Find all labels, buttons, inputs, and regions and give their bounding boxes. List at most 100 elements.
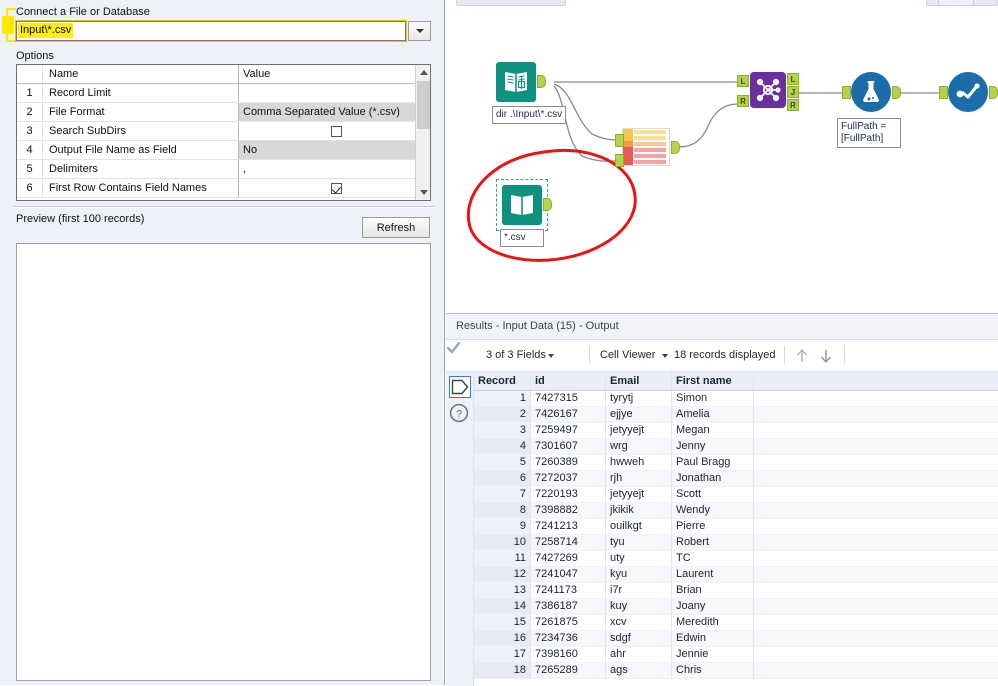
results-grid[interactable]: Record id Email First name 1 7427315 tyryt… — [474, 372, 998, 686]
cell-id[interactable]: 7398882 — [531, 503, 606, 519]
cell-empty[interactable] — [754, 471, 998, 487]
join-input-port-r[interactable]: R — [737, 95, 749, 107]
cell-id[interactable]: 7260389 — [531, 455, 606, 471]
option-row-delimiters[interactable]: 5 Delimiters , — [17, 160, 430, 179]
file-path-input[interactable] — [15, 20, 407, 42]
cell-first-name[interactable]: Chris — [672, 663, 754, 679]
table-row[interactable]: 15 7261875 xcv Meredith — [474, 615, 998, 631]
cell-id[interactable]: 7386187 — [531, 599, 606, 615]
cell-first-name[interactable]: Robert — [672, 535, 754, 551]
arrow-up-icon[interactable] — [794, 347, 810, 365]
cell-record[interactable]: 2 — [474, 407, 531, 423]
cell-email[interactable]: tyu — [606, 535, 672, 551]
cell-empty[interactable] — [754, 615, 998, 631]
column-header-first-name[interactable]: First name — [672, 372, 754, 390]
cell-id[interactable]: 7272037 — [531, 471, 606, 487]
table-row[interactable]: 12 7241047 kyu Laurent — [474, 567, 998, 583]
table-row[interactable]: 5 7260389 hwweh Paul Bragg — [474, 455, 998, 471]
cell-first-name[interactable]: Edwin — [672, 631, 754, 647]
rows-input-port-bottom[interactable] — [615, 154, 624, 167]
cell-record[interactable]: 9 — [474, 519, 531, 535]
cell-viewer-button[interactable]: Cell Viewer — [600, 349, 655, 361]
cell-record[interactable]: 1 — [474, 391, 531, 407]
refresh-button[interactable]: Refresh — [362, 217, 430, 238]
cell-first-name[interactable]: Brian — [672, 583, 754, 599]
help-question-icon[interactable]: ? — [449, 403, 471, 425]
cell-first-name[interactable]: Jonathan — [672, 471, 754, 487]
cell-record[interactable]: 17 — [474, 647, 531, 663]
cell-email[interactable]: ouilkgt — [606, 519, 672, 535]
cell-first-name[interactable]: Scott — [672, 487, 754, 503]
directory-output-port[interactable] — [537, 75, 546, 88]
cell-email[interactable]: ags — [606, 663, 672, 679]
cell-id[interactable]: 7427269 — [531, 551, 606, 567]
metadata-tag-icon[interactable] — [449, 376, 471, 398]
node-directory[interactable]: dir .\Input\*.csv — [492, 62, 567, 124]
cell-first-name[interactable]: Paul Bragg — [672, 455, 754, 471]
cell-empty[interactable] — [754, 631, 998, 647]
node-formula[interactable]: FullPath = [FullPath] — [837, 72, 901, 148]
cell-email[interactable]: rjh — [606, 471, 672, 487]
cell-empty[interactable] — [754, 487, 998, 503]
row-value[interactable] — [239, 84, 430, 102]
cell-id[interactable]: 7241173 — [531, 583, 606, 599]
cell-id[interactable]: 7398160 — [531, 647, 606, 663]
join-input-port-l[interactable]: L — [737, 75, 749, 87]
node-browse[interactable] — [939, 72, 998, 112]
chevron-down-icon[interactable] — [548, 354, 554, 358]
cell-id[interactable]: 7241047 — [531, 567, 606, 583]
cell-email[interactable]: ahr — [606, 647, 672, 663]
cell-record[interactable]: 10 — [474, 535, 531, 551]
join-output-port-j[interactable]: J — [787, 86, 799, 98]
cell-empty[interactable] — [754, 503, 998, 519]
cell-empty[interactable] — [754, 407, 998, 423]
cell-first-name[interactable]: Laurent — [672, 567, 754, 583]
preview-area[interactable] — [16, 243, 431, 681]
cell-record[interactable]: 11 — [474, 551, 531, 567]
workflow-canvas[interactable]: dir .\Input\*.csv *.csv L R L J R FullPa… — [446, 0, 998, 313]
cell-email[interactable]: tyrytj — [606, 391, 672, 407]
table-row[interactable]: 10 7258714 tyu Robert — [474, 535, 998, 551]
cell-first-name[interactable]: Meredith — [672, 615, 754, 631]
cell-record[interactable]: 7 — [474, 487, 531, 503]
cell-first-name[interactable]: TC — [672, 551, 754, 567]
option-row-output-file-name[interactable]: 4 Output File Name as Field No — [17, 141, 430, 160]
row-value[interactable] — [239, 122, 430, 140]
node-join[interactable]: L R L J R — [737, 72, 799, 111]
cell-empty[interactable] — [754, 439, 998, 455]
browse-output-port[interactable] — [989, 86, 998, 99]
cell-empty[interactable] — [754, 599, 998, 615]
cell-empty[interactable] — [754, 567, 998, 583]
first-row-field-names-checkbox[interactable] — [331, 182, 342, 194]
option-row-record-limit[interactable]: 1 Record Limit — [17, 84, 430, 103]
check-icon[interactable] — [446, 340, 461, 355]
cell-empty[interactable] — [754, 583, 998, 599]
options-table-scrollbar[interactable] — [415, 65, 430, 200]
cell-record[interactable]: 3 — [474, 423, 531, 439]
cell-id[interactable]: 7220193 — [531, 487, 606, 503]
search-subdirs-checkbox[interactable] — [331, 125, 342, 137]
chevron-down-icon[interactable] — [662, 354, 668, 358]
formula-input-port[interactable] — [842, 86, 851, 99]
table-row[interactable]: 2 7426167 ejjye Amelia — [474, 407, 998, 423]
fields-count-button[interactable]: 3 of 3 Fields — [486, 349, 546, 361]
cell-empty[interactable] — [754, 535, 998, 551]
table-row[interactable]: 8 7398882 jkikik Wendy — [474, 503, 998, 519]
table-row[interactable]: 9 7241213 ouilkgt Pierre — [474, 519, 998, 535]
cell-record[interactable]: 6 — [474, 471, 531, 487]
cell-email[interactable]: uty — [606, 551, 672, 567]
cell-first-name[interactable]: Wendy — [672, 503, 754, 519]
cell-first-name[interactable]: Joany — [672, 599, 754, 615]
results-title-bar[interactable]: Results - Input Data (15) - Output — [446, 314, 998, 340]
cell-email[interactable]: wrg — [606, 439, 672, 455]
cell-email[interactable]: kuy — [606, 599, 672, 615]
table-row[interactable]: 17 7398160 ahr Jennie — [474, 647, 998, 663]
cell-empty[interactable] — [754, 455, 998, 471]
cell-record[interactable]: 5 — [474, 455, 531, 471]
file-path-dropdown-button[interactable] — [408, 21, 431, 41]
table-row[interactable]: 11 7427269 uty TC — [474, 551, 998, 567]
cell-empty[interactable] — [754, 423, 998, 439]
cell-id[interactable]: 7301607 — [531, 439, 606, 455]
cell-record[interactable]: 12 — [474, 567, 531, 583]
table-row[interactable]: 1 7427315 tyrytj Simon — [474, 391, 998, 407]
